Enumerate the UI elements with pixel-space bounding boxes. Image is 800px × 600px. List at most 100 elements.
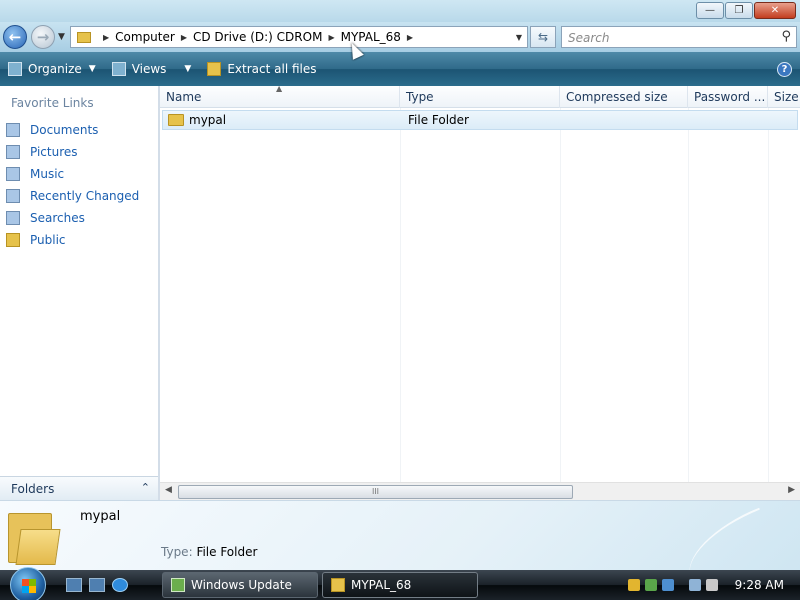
- public-folder-icon: [6, 233, 20, 247]
- details-type: Type: File Folder: [161, 545, 257, 559]
- show-desktop-icon[interactable]: [66, 578, 82, 592]
- search-icon[interactable]: ⚲: [781, 29, 791, 44]
- action-center-icon[interactable]: [662, 579, 674, 591]
- scroll-right-icon[interactable]: ▶: [788, 485, 795, 495]
- favorite-link-searches[interactable]: Searches: [6, 207, 139, 229]
- decorative-swoosh: [675, 507, 775, 579]
- windows-update-icon: [171, 578, 185, 592]
- folders-label: Folders: [11, 481, 55, 496]
- switch-windows-icon[interactable]: [89, 578, 105, 592]
- column-divider: [560, 108, 561, 482]
- favorite-link-label: Documents: [30, 123, 99, 137]
- address-dropdown-icon[interactable]: ▼: [516, 33, 522, 42]
- breadcrumb-label: CD Drive (D:) CDROM: [192, 30, 323, 44]
- recent-pages-dropdown[interactable]: ▼: [58, 32, 65, 42]
- documents-icon: [6, 123, 20, 137]
- minimize-button[interactable]: —: [696, 2, 724, 19]
- column-divider: [688, 108, 689, 482]
- zip-folder-icon: [207, 62, 222, 76]
- favorite-link-music[interactable]: Music: [6, 163, 139, 185]
- column-header-size[interactable]: Size: [768, 86, 800, 108]
- column-header-row: ▲ Name Type Compressed size Password ...…: [160, 86, 800, 108]
- favorite-links-list: Documents Pictures Music Recently Change…: [6, 119, 139, 251]
- file-name: mypal: [189, 113, 227, 127]
- favorite-link-label: Music: [30, 167, 65, 181]
- chevron-right-icon[interactable]: ▶: [407, 33, 413, 42]
- search-placeholder: Search: [568, 31, 610, 45]
- chevron-right-icon[interactable]: ▶: [328, 33, 334, 42]
- taskbar-button-windows-update[interactable]: Windows Update: [162, 572, 318, 598]
- file-type: File Folder: [408, 113, 469, 127]
- views-label: Views: [131, 62, 167, 76]
- address-bar[interactable]: ▶ Computer ▶ CD Drive (D:) CDROM ▶ MYPAL…: [70, 26, 528, 48]
- music-icon: [6, 167, 20, 181]
- column-header-type[interactable]: Type: [400, 86, 560, 108]
- chevron-right-icon: ▶: [103, 32, 110, 42]
- folders-toggle[interactable]: Folders ⌃: [0, 476, 158, 500]
- column-header-password[interactable]: Password ...: [688, 86, 768, 108]
- horizontal-scrollbar[interactable]: ◀ III ▶: [160, 482, 800, 500]
- maximize-button[interactable]: ❐: [725, 2, 753, 19]
- extract-all-button[interactable]: Extract all files: [199, 56, 324, 82]
- favorite-link-recently-changed[interactable]: Recently Changed: [6, 185, 139, 207]
- security-shield-icon[interactable]: [628, 579, 640, 591]
- update-icon[interactable]: [645, 579, 657, 591]
- taskbar-button-mypal[interactable]: MYPAL_68: [322, 572, 478, 598]
- title-bar: — ❐ ✕: [0, 0, 800, 22]
- favorite-link-pictures[interactable]: Pictures: [6, 141, 139, 163]
- scroll-left-icon[interactable]: ◀: [165, 485, 172, 495]
- views-icon: [111, 62, 126, 76]
- search-input[interactable]: Search ⚲: [561, 26, 797, 48]
- chevron-up-icon: ⌃: [140, 481, 150, 494]
- column-header-label: Name: [166, 90, 202, 104]
- breadcrumb-cd-drive[interactable]: CD Drive (D:) CDROM ▶: [193, 30, 341, 44]
- column-header-name[interactable]: ▲ Name: [160, 86, 400, 108]
- favorite-link-label: Searches: [30, 211, 85, 225]
- refresh-button[interactable]: ⇆: [530, 26, 556, 48]
- windows-logo-icon-lower: [22, 586, 36, 593]
- chevron-right-icon[interactable]: ▶: [181, 33, 187, 42]
- refresh-icon: ⇆: [537, 30, 549, 44]
- details-type-label: Type:: [161, 545, 193, 559]
- chevron-down-icon: ▼: [88, 64, 96, 74]
- sort-ascending-icon: ▲: [276, 86, 283, 93]
- internet-explorer-icon[interactable]: [112, 578, 128, 592]
- large-folder-icon: [8, 509, 64, 565]
- favorite-link-documents[interactable]: Documents: [6, 119, 139, 141]
- breadcrumb-label: Computer: [115, 30, 175, 44]
- organize-icon: [8, 62, 22, 76]
- taskbar-button-label: Windows Update: [191, 578, 292, 592]
- favorite-link-label: Public: [30, 233, 66, 247]
- scrollbar-thumb[interactable]: III: [178, 485, 573, 499]
- back-button[interactable]: ←: [3, 25, 27, 49]
- folder-icon: [168, 114, 184, 126]
- file-row-mypal[interactable]: mypal File Folder: [162, 110, 798, 130]
- favorite-link-public[interactable]: Public: [6, 229, 139, 251]
- start-button[interactable]: [10, 567, 46, 600]
- help-icon[interactable]: ?: [777, 62, 792, 77]
- extract-label: Extract all files: [227, 62, 317, 76]
- breadcrumb-sep-root[interactable]: ▶: [97, 33, 115, 42]
- organize-button[interactable]: Organize ▼: [0, 56, 104, 82]
- favorite-link-label: Recently Changed: [30, 189, 140, 203]
- network-icon[interactable]: [689, 579, 701, 591]
- column-divider: [400, 108, 401, 482]
- breadcrumb-label: MYPAL_68: [340, 30, 401, 44]
- folder-icon: [77, 31, 91, 43]
- navigation-pane: Favorite Links Documents Pictures Music …: [0, 86, 158, 476]
- views-button[interactable]: Views ▼: [104, 56, 200, 82]
- close-button[interactable]: ✕: [754, 2, 796, 19]
- breadcrumb-computer[interactable]: Computer ▶: [115, 30, 193, 44]
- volume-muted-icon[interactable]: [706, 579, 718, 591]
- column-header-compressed-size[interactable]: Compressed size: [560, 86, 688, 108]
- details-type-value: File Folder: [196, 545, 258, 559]
- forward-button[interactable]: →: [31, 25, 55, 49]
- forward-arrow-icon: →: [36, 28, 50, 46]
- recent-icon: [6, 189, 20, 203]
- system-clock[interactable]: 9:28 AM: [735, 578, 784, 592]
- pictures-icon: [6, 145, 20, 159]
- taskbar-button-label: MYPAL_68: [351, 578, 412, 592]
- favorite-links-heading: Favorite Links: [11, 96, 94, 110]
- back-arrow-icon: ←: [8, 28, 22, 46]
- window-controls: — ❐ ✕: [696, 2, 796, 19]
